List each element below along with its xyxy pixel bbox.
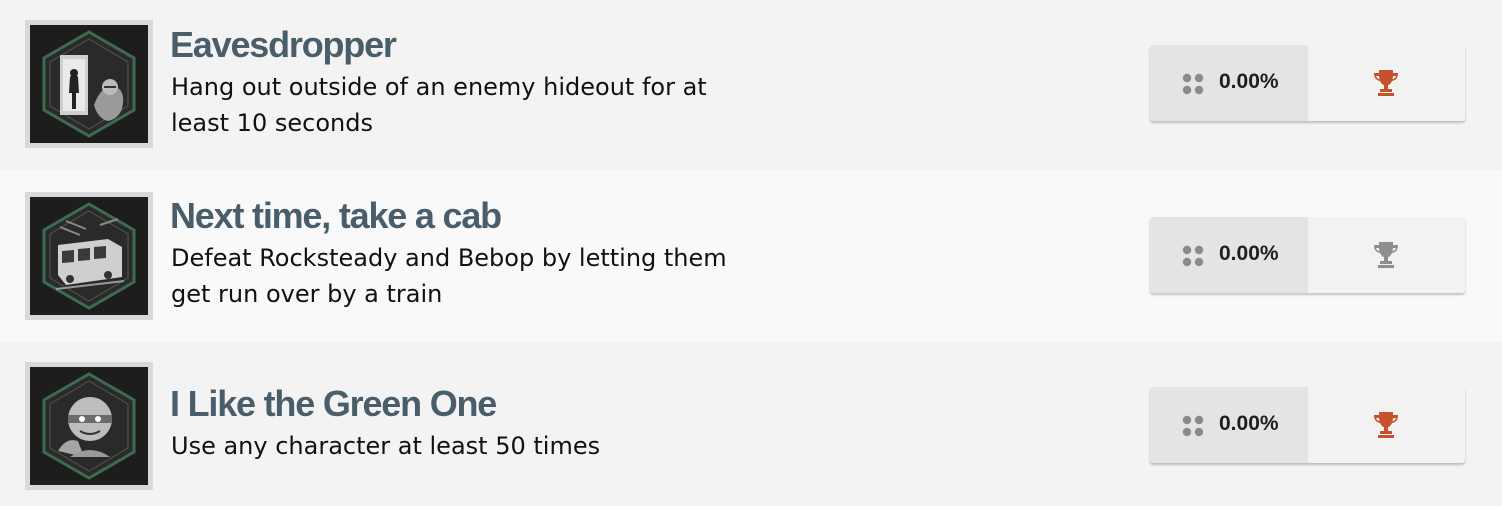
achievement-list: Eavesdropper Hang out outside of an enem… — [0, 0, 1502, 506]
achievement-title[interactable]: Next time, take a cab — [170, 198, 502, 234]
achievement-stats: 0.00% — [1150, 45, 1465, 121]
achievement-icon-frame[interactable] — [25, 20, 153, 148]
dots-grid-icon — [1182, 73, 1204, 95]
trophy-cell — [1308, 217, 1465, 293]
turtle-art-icon — [30, 367, 148, 485]
achievement-stats: 0.00% — [1150, 387, 1465, 463]
achievement-description: Use any character at least 50 times — [171, 432, 601, 460]
achievement-row: Eavesdropper Hang out outside of an enem… — [0, 0, 1502, 170]
completion-percent: 0.00% — [1219, 412, 1279, 435]
achievement-title[interactable]: I Like the Green One — [170, 386, 497, 422]
achievement-icon-frame[interactable] — [25, 192, 153, 320]
percent-cell: 0.00% — [1150, 387, 1308, 463]
bronze-trophy-icon — [1374, 70, 1398, 96]
eavesdropper-art-icon — [30, 25, 148, 143]
trophy-cell — [1308, 387, 1465, 463]
train-art-icon — [30, 197, 148, 315]
achievement-description: Defeat Rocksteady and Bebop by letting t… — [171, 244, 727, 308]
achievement-stats: 0.00% — [1150, 217, 1465, 293]
dots-grid-icon — [1182, 415, 1204, 437]
trophy-cell — [1308, 45, 1465, 121]
achievement-row: Next time, take a cab Defeat Rocksteady … — [0, 170, 1502, 342]
percent-cell: 0.00% — [1150, 217, 1308, 293]
dots-grid-icon — [1182, 245, 1204, 267]
achievement-description: Hang out outside of an enemy hideout for… — [171, 73, 707, 137]
percent-cell: 0.00% — [1150, 45, 1308, 121]
achievement-title[interactable]: Eavesdropper — [170, 27, 397, 63]
silver-trophy-icon — [1374, 242, 1398, 268]
completion-percent: 0.00% — [1219, 242, 1279, 265]
completion-percent: 0.00% — [1219, 70, 1279, 93]
bronze-trophy-icon — [1374, 412, 1398, 438]
achievement-icon-frame[interactable] — [25, 362, 153, 490]
achievement-row: I Like the Green One Use any character a… — [0, 342, 1502, 506]
